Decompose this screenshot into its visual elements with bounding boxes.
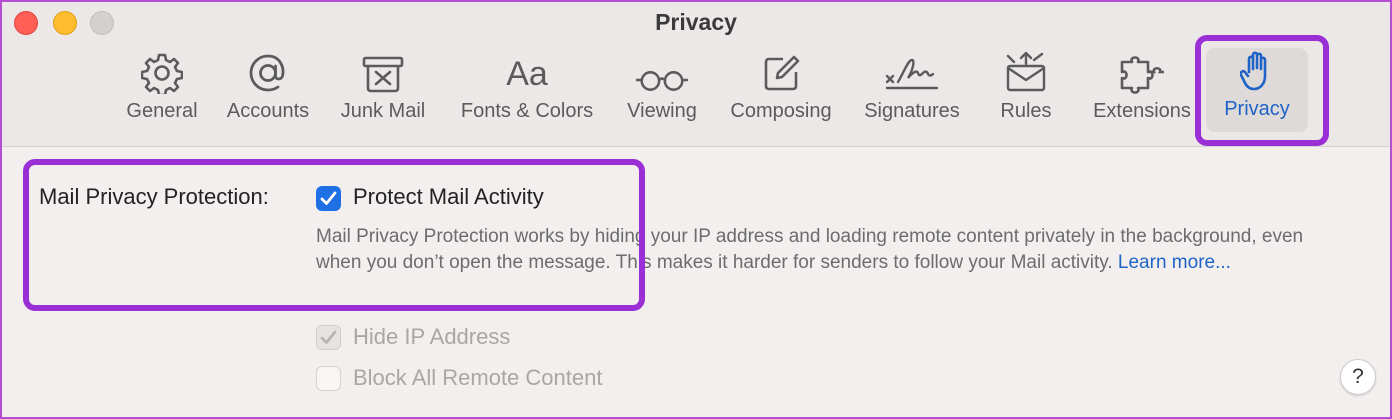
tab-label: Privacy	[1224, 98, 1290, 120]
checkmark-icon	[320, 330, 337, 344]
tab-accounts[interactable]: Accounts	[220, 50, 316, 132]
titlebar-toolbar: Privacy General Accounts Junk Mail Aa Fo…	[2, 2, 1390, 147]
block-all-remote-content-checkbox[interactable]	[316, 366, 341, 391]
font-aa-icon: Aa	[506, 55, 548, 93]
window-title: Privacy	[655, 9, 737, 35]
privacy-description: Mail Privacy Protection works by hiding …	[316, 224, 1326, 276]
help-button[interactable]: ?	[1340, 359, 1376, 395]
tab-junk-mail[interactable]: Junk Mail	[335, 50, 431, 132]
protect-mail-activity-label[interactable]: Protect Mail Activity	[353, 184, 544, 210]
compose-icon	[764, 55, 800, 91]
rules-envelope-icon	[1006, 51, 1046, 92]
tab-label: Accounts	[226, 100, 310, 122]
checkmark-icon	[320, 191, 337, 205]
tab-extensions[interactable]: Extensions	[1086, 50, 1198, 132]
hand-raised-icon	[1240, 51, 1267, 91]
hide-ip-address-label[interactable]: Hide IP Address	[353, 324, 510, 350]
tab-fonts-colors[interactable]: Aa Fonts & Colors	[452, 50, 602, 132]
glasses-icon	[635, 71, 689, 91]
tab-label: Junk Mail	[340, 100, 426, 122]
tab-label: Signatures	[864, 100, 960, 122]
mail-privacy-protection-label: Mail Privacy Protection:	[39, 184, 269, 209]
hide-ip-address-checkbox[interactable]	[316, 325, 341, 350]
tab-signatures[interactable]: Signatures	[857, 50, 967, 132]
tab-general[interactable]: General	[118, 50, 206, 132]
tab-rules[interactable]: Rules	[991, 50, 1061, 132]
tab-label: Rules	[1000, 100, 1052, 122]
at-sign-icon	[249, 54, 285, 92]
gear-icon	[141, 53, 183, 94]
tab-composing[interactable]: Composing	[724, 50, 838, 132]
block-all-remote-content-label[interactable]: Block All Remote Content	[353, 365, 602, 391]
tab-label: Viewing	[627, 100, 697, 122]
puzzle-piece-icon	[1120, 56, 1164, 94]
tab-label: General	[126, 100, 198, 122]
tab-label: Composing	[730, 100, 832, 122]
tab-label: Fonts & Colors	[460, 100, 594, 122]
signature-icon	[885, 58, 939, 90]
learn-more-link[interactable]: Learn more...	[1118, 252, 1231, 273]
tab-viewing[interactable]: Viewing	[620, 50, 704, 132]
preferences-window: Privacy General Accounts Junk Mail Aa Fo…	[2, 2, 1390, 417]
tab-label: Extensions	[1093, 100, 1191, 122]
protect-mail-activity-checkbox[interactable]	[316, 186, 341, 211]
tab-privacy[interactable]: Privacy	[1206, 48, 1308, 132]
junk-bin-icon	[362, 56, 404, 93]
